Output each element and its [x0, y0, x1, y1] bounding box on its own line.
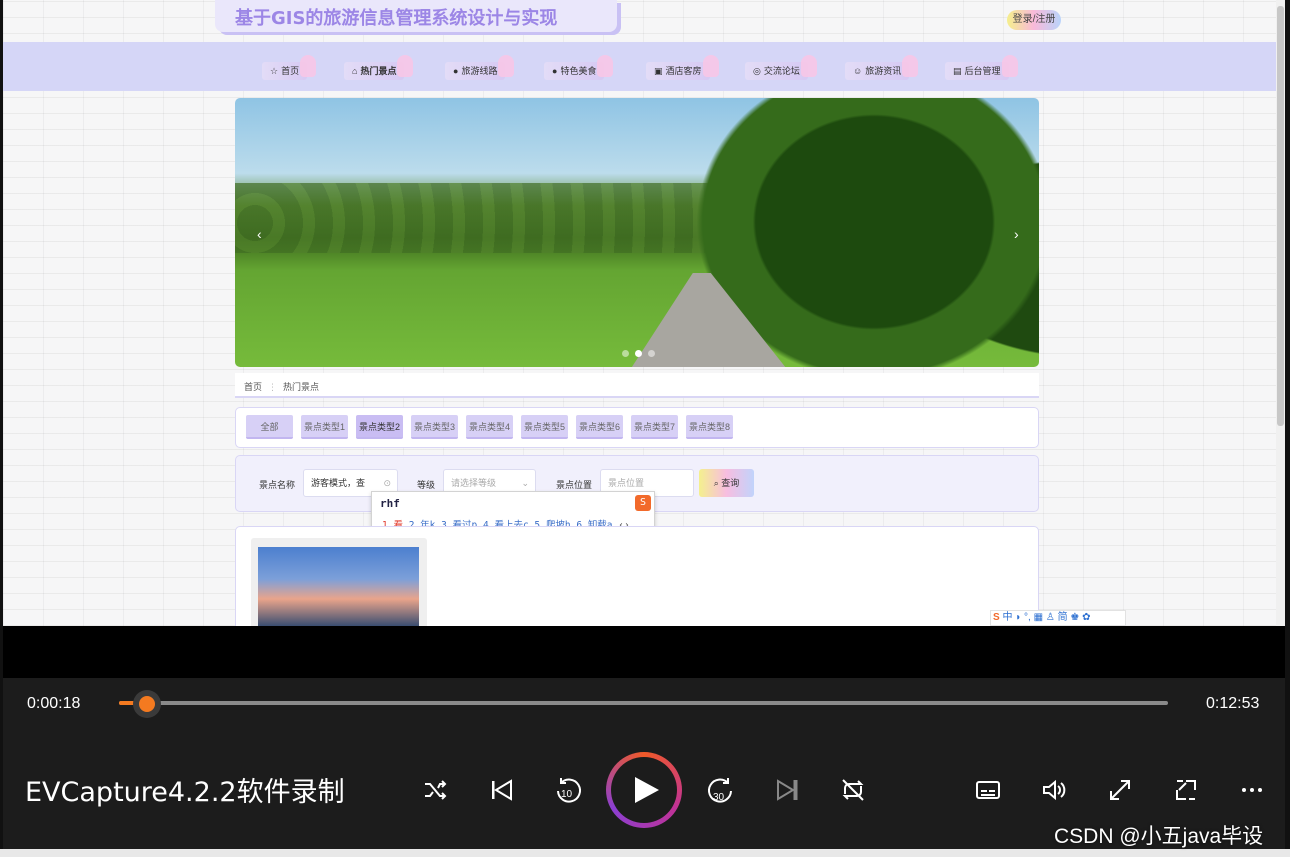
nav-bar [3, 42, 1276, 91]
nav-item-attractions[interactable]: ⌂ 热门景点 [344, 55, 414, 80]
forward-30-icon[interactable]: 30 [701, 770, 741, 810]
nav-item-routes[interactable]: ● 旅游线路 [445, 55, 515, 80]
breadcrumb: 首页 ⋮ 热门景点 [235, 373, 1039, 398]
category-type-1[interactable]: 景点类型1 [301, 415, 348, 439]
csdn-watermark: CSDN @小五java毕设 [1054, 825, 1264, 848]
query-button[interactable]: ⌕ 查询 [699, 469, 754, 497]
breadcrumb-home[interactable]: 首页 [244, 382, 262, 392]
fullscreen-icon[interactable] [1100, 770, 1140, 810]
nav-item-forum[interactable]: ◎ 交流论坛 [745, 55, 817, 80]
category-all[interactable]: 全部 [246, 415, 293, 439]
scrollbar-thumb[interactable] [1277, 6, 1284, 426]
taskbar-strip [0, 849, 1290, 857]
heart-decoration [800, 55, 817, 77]
total-time: 0:12:53 [1206, 695, 1260, 712]
breadcrumb-separator: ⋮ [268, 382, 278, 392]
category-type-7[interactable]: 景点类型7 [631, 415, 678, 439]
carousel-next-icon[interactable]: › [1014, 226, 1019, 242]
svg-text:30: 30 [713, 792, 725, 803]
ime-logo-icon: S [635, 495, 651, 511]
video-letterbox [3, 626, 1285, 678]
mini-player-icon[interactable] [1166, 770, 1206, 810]
location-label: 景点位置 [556, 480, 593, 490]
nav-item-news[interactable]: ☺ 旅游资讯 [845, 55, 919, 80]
smile-icon: ☺ [853, 66, 863, 76]
shuffle-icon[interactable] [415, 770, 455, 810]
next-icon[interactable] [767, 770, 807, 810]
heart-decoration [1001, 55, 1018, 77]
star-icon: ☆ [270, 66, 279, 76]
breadcrumb-current: 热门景点 [283, 382, 320, 392]
banner-carousel[interactable] [235, 98, 1039, 367]
category-type-6[interactable]: 景点类型6 [576, 415, 623, 439]
seek-handle[interactable] [133, 690, 161, 718]
heart-decoration [702, 55, 719, 77]
video-caption: EVCapture4.2.2软件录制 [25, 777, 345, 808]
subtitles-icon[interactable] [968, 770, 1008, 810]
attraction-image[interactable] [258, 547, 419, 627]
site-title: 基于GIS的旅游信息管理系统设计与实现 [215, 0, 617, 32]
ime-toolbar[interactable]: S 中 ◗ °, ▦ ♙ 简 ♚ ✿ [990, 610, 1126, 626]
repeat-off-icon[interactable] [833, 770, 873, 810]
login-register-button[interactable]: 登录/注册 [1007, 10, 1061, 30]
previous-icon[interactable] [482, 770, 522, 810]
category-type-8[interactable]: 景点类型8 [686, 415, 733, 439]
play-button[interactable] [606, 752, 682, 828]
volume-icon[interactable] [1034, 770, 1074, 810]
svg-text:10: 10 [561, 789, 573, 800]
nav-item-food[interactable]: ● 特色美食 [544, 55, 614, 80]
category-type-5[interactable]: 景点类型5 [521, 415, 568, 439]
rewind-10-icon[interactable]: 10 [548, 770, 588, 810]
page-scrollbar[interactable] [1276, 0, 1285, 626]
picture-icon: ▣ [654, 66, 663, 76]
calendar-icon: ▤ [953, 66, 962, 76]
heart-decoration [397, 55, 414, 77]
info-icon: ● [453, 66, 459, 76]
heart-decoration [498, 55, 515, 77]
nav-item-admin[interactable]: ▤ 后台管理 [945, 55, 1018, 80]
carousel-dot[interactable] [622, 350, 629, 357]
category-type-4[interactable]: 景点类型4 [466, 415, 513, 439]
globe-icon: ◎ [753, 66, 761, 76]
bag-icon: ⌂ [352, 66, 358, 76]
carousel-dot-active[interactable] [635, 350, 642, 357]
carousel-prev-icon[interactable]: ‹ [257, 226, 262, 242]
category-type-2[interactable]: 景点类型2 [356, 415, 403, 439]
heart-decoration [300, 55, 317, 77]
banner-trees [235, 183, 735, 253]
ime-typed-text: rhf [380, 497, 400, 510]
heart-decoration [597, 55, 614, 77]
carousel-dot[interactable] [648, 350, 655, 357]
heart-decoration [902, 55, 919, 77]
carousel-indicators [622, 350, 655, 357]
seek-bar[interactable] [119, 701, 1168, 705]
help-icon: ● [552, 66, 558, 76]
category-type-3[interactable]: 景点类型3 [411, 415, 458, 439]
name-label: 景点名称 [259, 480, 296, 490]
level-label: 等级 [417, 480, 436, 490]
nav-item-hotels[interactable]: ▣ 酒店客房 [646, 55, 719, 80]
nav-item-home[interactable]: ☆ 首页 [262, 55, 317, 80]
more-icon[interactable] [1232, 770, 1272, 810]
current-time: 0:00:18 [27, 695, 81, 712]
